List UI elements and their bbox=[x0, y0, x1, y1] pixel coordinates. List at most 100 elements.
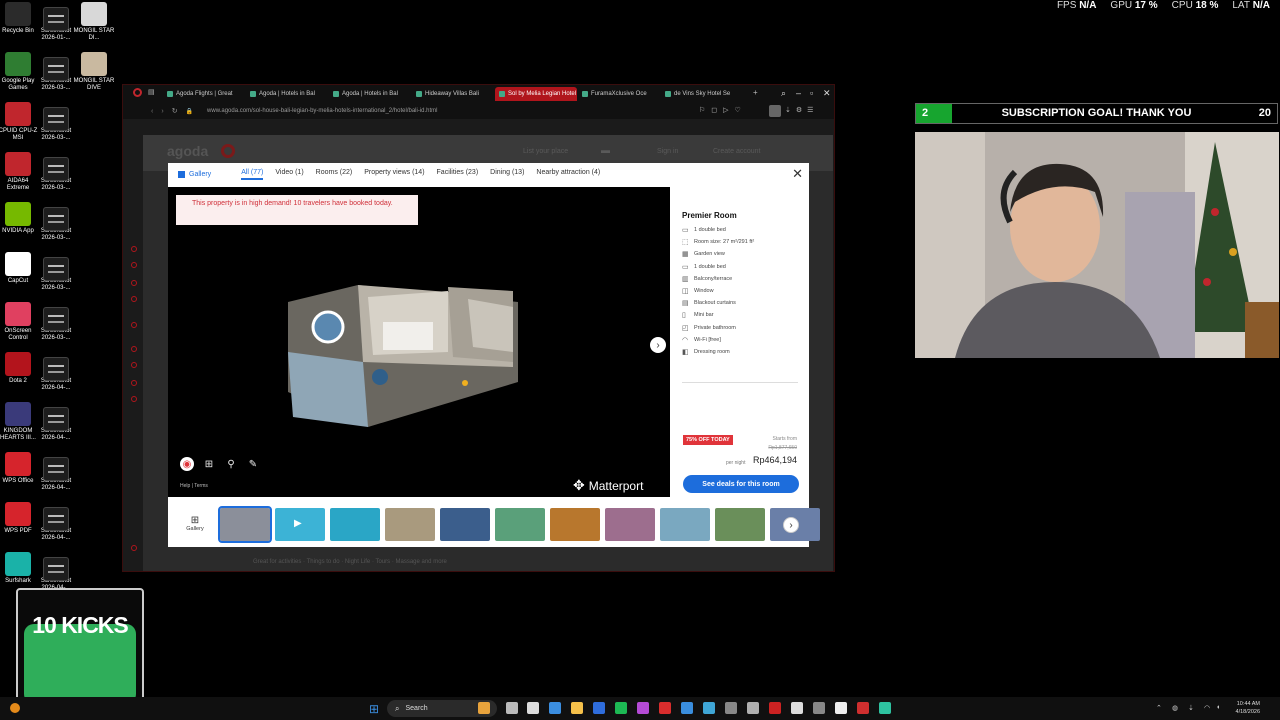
taskbar-app-icon[interactable] bbox=[813, 702, 825, 714]
taskbar-app-icon[interactable] bbox=[857, 702, 869, 714]
sidebar-app-icon[interactable] bbox=[131, 296, 137, 302]
browser-tab[interactable]: FuramaXclusive Oce bbox=[578, 87, 660, 101]
create-account-link[interactable]: Create account bbox=[713, 148, 760, 155]
sidebar-app-icon[interactable] bbox=[131, 346, 137, 352]
taskbar-app-icon[interactable] bbox=[879, 702, 891, 714]
gallery-thumbnail[interactable] bbox=[715, 508, 765, 541]
sidebar-app-icon[interactable] bbox=[131, 545, 137, 551]
tray-app-icon[interactable]: ◍ bbox=[1172, 704, 1178, 712]
taskbar-app-icon[interactable] bbox=[593, 702, 605, 714]
browser-tab[interactable]: Sol by Melia Legian Hotel (Bali) - bbox=[495, 87, 577, 101]
flag-icon[interactable]: ▬ bbox=[601, 145, 610, 155]
taskbar-app-icon[interactable] bbox=[637, 702, 649, 714]
walk-icon[interactable]: ⚲ bbox=[224, 457, 238, 471]
address-bar-actions-icon[interactable]: ⚐◻▷♡ bbox=[699, 106, 747, 114]
desktop-icon[interactable]: Screenshot 2026-04-... bbox=[34, 452, 78, 492]
gallery-category-tab[interactable]: Facilities (23) bbox=[437, 169, 479, 180]
gallery-thumbnail[interactable] bbox=[218, 506, 272, 543]
weather-icon[interactable] bbox=[10, 703, 20, 713]
taskbar-app-icon[interactable] bbox=[747, 702, 759, 714]
dollhouse-3d-model[interactable] bbox=[168, 187, 670, 497]
sidebar-app-icon[interactable] bbox=[131, 380, 137, 386]
gallery-thumbnail[interactable] bbox=[550, 508, 600, 541]
desktop-icon[interactable]: Screenshot 2026-04-... bbox=[34, 352, 78, 392]
next-image-button[interactable]: › bbox=[650, 337, 666, 353]
desktop-icon[interactable]: Screenshot 2026-03-... bbox=[34, 302, 78, 342]
url-field[interactable]: www.agoda.com/sol-house-bali-legian-by-m… bbox=[207, 108, 437, 114]
gallery-tab[interactable]: Gallery bbox=[178, 170, 211, 178]
sidebar-app-icon[interactable] bbox=[131, 246, 137, 252]
gallery-category-tab[interactable]: Video (1) bbox=[275, 169, 303, 180]
taskbar-app-icon[interactable] bbox=[549, 702, 561, 714]
gallery-category-tab[interactable]: Property views (14) bbox=[364, 169, 424, 180]
desktop-icon[interactable]: Screenshot 2026-03-... bbox=[34, 102, 78, 142]
gallery-grid-button[interactable]: ⊞ Gallery bbox=[184, 515, 206, 532]
dollhouse-icon[interactable]: ◉ bbox=[180, 457, 194, 471]
gallery-thumbnail[interactable] bbox=[660, 508, 710, 541]
browser-tab[interactable]: Agoda | Hotels in Bal bbox=[329, 87, 411, 101]
search-tabs-icon[interactable]: ⌕ bbox=[781, 88, 786, 99]
gallery-category-tab[interactable]: All (77) bbox=[241, 169, 264, 180]
help-terms-link[interactable]: Help | Terms bbox=[180, 483, 208, 489]
forward-icon[interactable]: › bbox=[161, 108, 163, 115]
wifi-icon[interactable]: ◠ bbox=[1204, 704, 1210, 712]
tray-download-icon[interactable]: ⇣ bbox=[1188, 704, 1194, 712]
taskbar-clock[interactable]: 10:44 AM 4/18/2026 bbox=[1236, 700, 1260, 716]
gallery-thumbnail[interactable] bbox=[605, 508, 655, 541]
gallery-thumbnail[interactable] bbox=[440, 508, 490, 541]
new-tab-icon[interactable]: + bbox=[753, 88, 758, 97]
desktop-icon[interactable]: Screenshot 2026-03-... bbox=[34, 152, 78, 192]
list-place-link[interactable]: List your place bbox=[523, 148, 568, 155]
desktop-icon[interactable]: Screenshot 2026-04-... bbox=[34, 552, 78, 592]
gallery-thumbnail[interactable] bbox=[330, 508, 380, 541]
opera-logo-icon[interactable] bbox=[133, 88, 142, 97]
floorplan-icon[interactable]: ⊞ bbox=[202, 457, 216, 471]
gallery-category-tab[interactable]: Nearby attraction (4) bbox=[536, 169, 600, 180]
browser-tab[interactable]: de Vins Sky Hotel Se bbox=[661, 87, 743, 101]
sidebar-app-icon[interactable] bbox=[131, 262, 137, 268]
taskbar-app-icon[interactable] bbox=[703, 702, 715, 714]
sign-in-link[interactable]: Sign in bbox=[657, 148, 678, 155]
gallery-category-tab[interactable]: Rooms (22) bbox=[316, 169, 353, 180]
start-icon[interactable]: ⊞ bbox=[369, 702, 379, 716]
sidebar-app-icon[interactable] bbox=[131, 280, 137, 286]
taskbar-app-icon[interactable] bbox=[527, 702, 539, 714]
profile-avatar[interactable] bbox=[769, 105, 781, 117]
maximize-icon[interactable]: ▫ bbox=[810, 88, 813, 98]
minimize-icon[interactable]: – bbox=[796, 88, 801, 98]
close-window-icon[interactable]: ✕ bbox=[823, 88, 831, 99]
taskbar-app-icon[interactable] bbox=[791, 702, 803, 714]
reload-icon[interactable]: ↻ bbox=[172, 107, 178, 115]
matterport-viewer[interactable]: This property is in high demand! 10 trav… bbox=[168, 187, 670, 497]
measure-icon[interactable]: ✎ bbox=[246, 457, 260, 471]
sidebar-app-icon[interactable] bbox=[131, 322, 137, 328]
gallery-thumbnail[interactable] bbox=[495, 508, 545, 541]
browser-tab[interactable]: Agoda Flights | Great bbox=[163, 87, 245, 101]
tab-menu-icon[interactable]: ▤ bbox=[148, 88, 155, 96]
taskbar-app-icon[interactable] bbox=[769, 702, 781, 714]
agoda-logo[interactable]: agoda bbox=[167, 143, 208, 159]
tray-chevron-icon[interactable]: ⌃ bbox=[1156, 704, 1162, 712]
taskbar-app-icon[interactable] bbox=[725, 702, 737, 714]
taskbar-app-icon[interactable] bbox=[571, 702, 583, 714]
taskbar-app-icon[interactable] bbox=[835, 702, 847, 714]
close-icon[interactable]: ✕ bbox=[792, 166, 803, 182]
taskbar-app-icon[interactable] bbox=[506, 702, 518, 714]
desktop-icon[interactable]: Screenshot 2026-03-... bbox=[34, 202, 78, 242]
taskbar-app-icon[interactable] bbox=[681, 702, 693, 714]
desktop-icon[interactable]: MONGIL STAR DIVE bbox=[72, 52, 116, 92]
taskbar-app-icon[interactable] bbox=[478, 702, 490, 714]
sidebar-app-icon[interactable] bbox=[131, 396, 137, 402]
desktop-icon[interactable]: Screenshot 2026-04-... bbox=[34, 502, 78, 542]
desktop-icon[interactable]: Screenshot 2026-04-... bbox=[34, 402, 78, 442]
gallery-thumbnail[interactable] bbox=[385, 508, 435, 541]
see-deals-button[interactable]: See deals for this room bbox=[683, 475, 799, 493]
taskbar-app-icon[interactable] bbox=[615, 702, 627, 714]
desktop-icon[interactable]: Screenshot 2026-03-... bbox=[34, 252, 78, 292]
browser-tab[interactable]: Agoda | Hotels in Bal bbox=[246, 87, 328, 101]
volume-icon[interactable]: ◖ bbox=[1216, 704, 1220, 711]
taskbar-app-icon[interactable] bbox=[659, 702, 671, 714]
back-icon[interactable]: ‹ bbox=[151, 108, 153, 115]
gallery-category-tab[interactable]: Dining (13) bbox=[490, 169, 524, 180]
browser-tab[interactable]: Hideaway Villas Bali bbox=[412, 87, 494, 101]
